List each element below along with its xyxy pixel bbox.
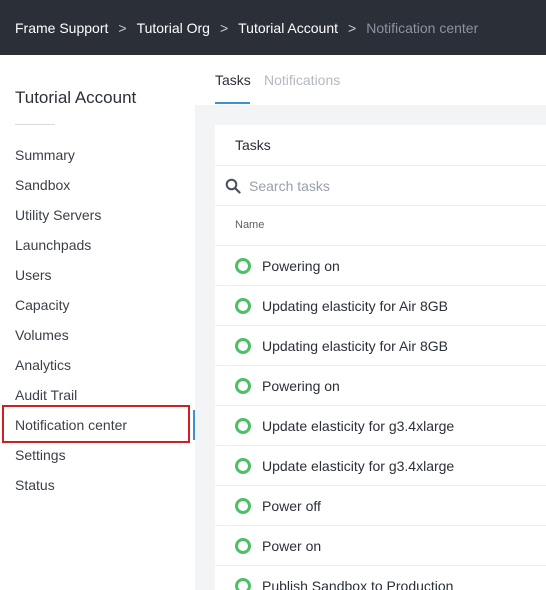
active-tab-indicator [215, 102, 250, 104]
sidebar-item-launchpads[interactable]: Launchpads [0, 230, 195, 260]
task-row[interactable]: Updating elasticity for Air 8GB [215, 286, 546, 326]
sidebar-item-label: Capacity [15, 297, 70, 313]
breadcrumb-notification-center: Notification center [366, 19, 479, 36]
task-row[interactable]: Powering on [215, 246, 546, 286]
main-content: Tasks Notifications Tasks Name Powering … [195, 55, 546, 590]
task-name: Publish Sandbox to Production [262, 577, 454, 590]
status-success-icon [235, 377, 251, 394]
tasks-card: Tasks Name Powering on Updating elasticit… [215, 125, 546, 590]
status-success-icon [235, 537, 251, 554]
task-name: Updating elasticity for Air 8GB [262, 337, 448, 354]
top-bar: Frame Support > Tutorial Org > Tutorial … [0, 0, 546, 55]
task-row[interactable]: Update elasticity for g3.4xlarge [215, 406, 546, 446]
sidebar-item-capacity[interactable]: Capacity [0, 290, 195, 320]
tab-tasks[interactable]: Tasks [215, 72, 251, 88]
tab-notifications[interactable]: Notifications [264, 72, 340, 88]
task-row[interactable]: Power on [215, 526, 546, 566]
sidebar-item-utility-servers[interactable]: Utility Servers [0, 200, 195, 230]
status-success-icon [235, 457, 251, 474]
sidebar-item-label: Launchpads [15, 237, 92, 253]
task-list: Powering on Updating elasticity for Air 8… [215, 246, 546, 590]
tasks-header: Tasks [215, 125, 546, 166]
sidebar-item-sandbox[interactable]: Sandbox [0, 170, 195, 200]
task-row[interactable]: Powering on [215, 366, 546, 406]
task-name: Powering on [262, 377, 340, 394]
status-success-icon [235, 497, 251, 514]
sidebar-item-label: Users [15, 267, 52, 283]
sidebar-menu: Summary Sandbox Utility Servers Launchpads U… [0, 140, 195, 500]
sidebar-title: Tutorial Account [15, 88, 137, 107]
task-name: Powering on [262, 257, 340, 274]
task-row[interactable]: Power off [215, 486, 546, 526]
sidebar-item-users[interactable]: Users [0, 260, 195, 290]
task-row[interactable]: Updating elasticity for Air 8GB [215, 326, 546, 366]
status-success-icon [235, 297, 251, 314]
sidebar-item-label: Sandbox [15, 177, 71, 193]
breadcrumb-separator: > [348, 19, 357, 36]
sidebar-item-status[interactable]: Status [0, 470, 195, 500]
task-name: Power on [262, 537, 322, 554]
status-success-icon [235, 577, 251, 590]
sidebar-item-label: Analytics [15, 357, 72, 373]
sidebar-item-summary[interactable]: Summary [0, 140, 195, 170]
status-success-icon [235, 417, 251, 434]
task-name: Update elasticity for g3.4xlarge [262, 417, 455, 434]
breadcrumb-separator: > [219, 19, 229, 36]
sidebar-item-label: Volumes [15, 327, 69, 343]
task-row[interactable]: Update elasticity for g3.4xlarge [215, 446, 546, 486]
sidebar-item-label: Settings [15, 447, 66, 463]
tabs-bar: Tasks Notifications [195, 55, 546, 105]
search-bar [215, 166, 546, 206]
task-name: Power off [262, 497, 321, 514]
search-icon [225, 178, 241, 194]
search-input[interactable] [249, 177, 499, 194]
sidebar-item-label: Summary [15, 147, 75, 163]
breadcrumb-tutorial-account[interactable]: Tutorial Account [238, 20, 338, 36]
sidebar-item-volumes[interactable]: Volumes [0, 320, 195, 350]
breadcrumb: Frame Support > Tutorial Org > Tutorial … [0, 20, 478, 36]
breadcrumb-separator: > [118, 19, 127, 36]
status-success-icon [235, 257, 251, 274]
sidebar-divider [15, 124, 55, 125]
status-success-icon [235, 337, 251, 354]
sidebar-item-label: Notification center [15, 417, 128, 433]
sidebar-item-label: Audit Trail [15, 387, 78, 403]
sidebar-item-settings[interactable]: Settings [0, 440, 195, 470]
sidebar-item-notification-center[interactable]: Notification center [0, 410, 195, 440]
sidebar-item-analytics[interactable]: Analytics [0, 350, 195, 380]
task-name: Update elasticity for g3.4xlarge [262, 457, 455, 474]
breadcrumb-tutorial-org[interactable]: Tutorial Org [137, 20, 210, 36]
task-row[interactable]: Publish Sandbox to Production [215, 566, 546, 590]
sidebar-item-label: Utility Servers [15, 207, 102, 223]
column-header-name[interactable]: Name [215, 206, 546, 246]
sidebar-item-label: Status [15, 477, 55, 493]
breadcrumb-frame-support[interactable]: Frame Support [15, 20, 108, 36]
task-name: Updating elasticity for Air 8GB [262, 297, 448, 314]
sidebar: Tutorial Account Summary Sandbox Utility S… [0, 55, 195, 590]
sidebar-item-audit-trail[interactable]: Audit Trail [0, 380, 195, 410]
